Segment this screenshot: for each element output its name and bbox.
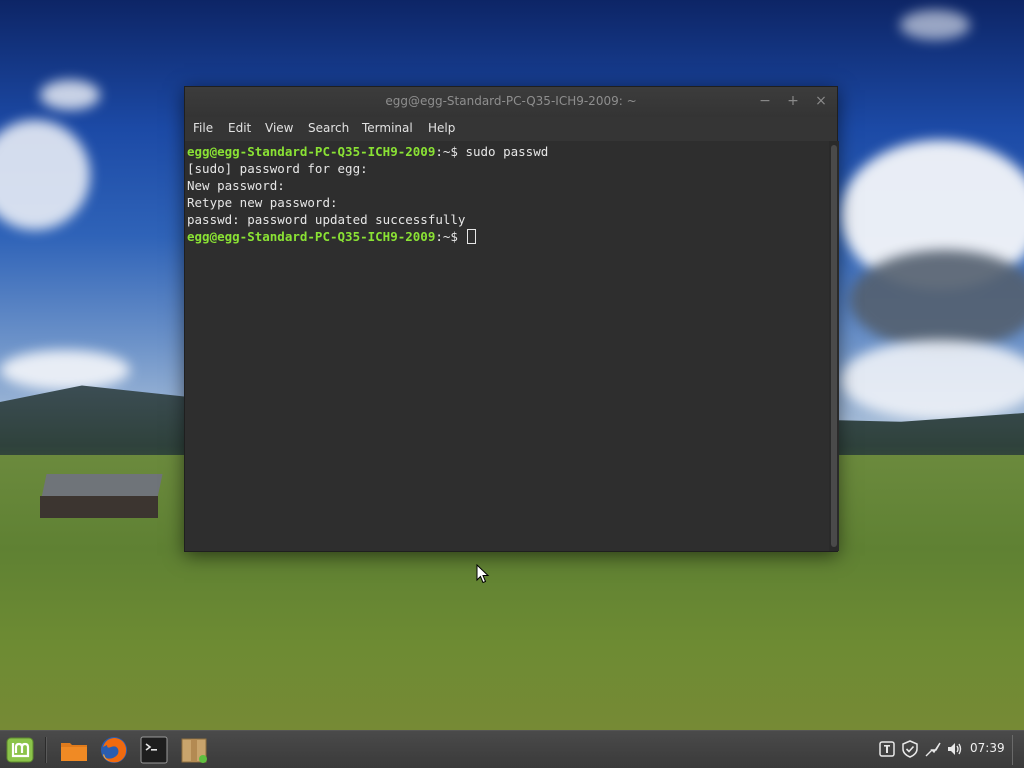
terminal-prompt-line[interactable]: egg@egg-Standard-PC-Q35-ICH9-2009:~$ <box>187 228 477 245</box>
menu-help[interactable]: Help <box>428 121 455 135</box>
maximize-button[interactable]: + <box>784 92 802 110</box>
mint-menu-icon <box>6 737 34 763</box>
keyboard-layout-icon[interactable] <box>878 740 896 758</box>
minimize-button[interactable]: − <box>756 92 774 110</box>
close-button[interactable]: × <box>812 92 830 110</box>
prompt-user-host: egg@egg-Standard-PC-Q35-ICH9-2009 <box>187 144 436 159</box>
taskbar-separator <box>45 737 47 763</box>
mint-menu-button[interactable] <box>4 734 36 766</box>
mouse-pointer-icon <box>476 564 490 584</box>
terminal-output[interactable]: egg@egg-Standard-PC-Q35-ICH9-2009:~$ sud… <box>185 141 829 551</box>
firefox-launcher[interactable] <box>98 734 130 766</box>
menu-file[interactable]: File <box>193 121 213 135</box>
wallpaper-cloud <box>0 350 130 390</box>
prompt-user-host: egg@egg-Standard-PC-Q35-ICH9-2009 <box>187 229 436 244</box>
menu-terminal[interactable]: Terminal <box>362 121 413 135</box>
update-shield-icon[interactable] <box>901 740 919 758</box>
window-title: egg@egg-Standard-PC-Q35-ICH9-2009: ~ <box>385 94 637 108</box>
window-titlebar[interactable]: egg@egg-Standard-PC-Q35-ICH9-2009: ~ − +… <box>185 87 837 117</box>
wallpaper-cloud <box>40 80 100 110</box>
terminal-scrollbar[interactable] <box>829 141 839 551</box>
terminal-icon <box>140 736 168 764</box>
prompt-suffix: :~$ <box>435 229 458 244</box>
files-launcher[interactable] <box>58 734 90 766</box>
taskbar: 07:39 <box>0 730 1024 768</box>
network-icon[interactable] <box>924 740 942 758</box>
package-manager-icon <box>181 738 207 763</box>
prompt-suffix: :~$ <box>435 144 458 159</box>
show-desktop-button[interactable] <box>1012 735 1020 765</box>
terminal-line: egg@egg-Standard-PC-Q35-ICH9-2009:~$ sud… <box>187 143 548 160</box>
firefox-icon <box>101 737 127 763</box>
terminal-window[interactable]: egg@egg-Standard-PC-Q35-ICH9-2009: ~ − +… <box>184 86 839 552</box>
terminal-line: passwd: password updated successfully <box>187 212 466 227</box>
wallpaper-barn <box>41 474 163 498</box>
text-cursor <box>467 229 477 244</box>
package-manager-launcher[interactable] <box>178 734 210 766</box>
menubar: File Edit View Search Terminal Help <box>185 117 837 141</box>
wallpaper-barn <box>40 496 158 518</box>
clock[interactable]: 07:39 <box>970 741 1005 755</box>
terminal-line: Retype new password: <box>187 195 338 210</box>
volume-icon[interactable] <box>946 740 964 758</box>
terminal-line: New password: <box>187 178 285 193</box>
command-text: sudo passwd <box>457 144 549 159</box>
menu-view[interactable]: View <box>265 121 293 135</box>
terminal-launcher[interactable] <box>138 734 170 766</box>
folder-icon <box>61 743 87 761</box>
menu-edit[interactable]: Edit <box>228 121 251 135</box>
scrollbar-thumb[interactable] <box>831 145 837 547</box>
terminal-line: [sudo] password for egg: <box>187 161 368 176</box>
wallpaper-cloud <box>900 10 970 40</box>
wallpaper-cloud <box>840 340 1024 420</box>
menu-search[interactable]: Search <box>308 121 349 135</box>
